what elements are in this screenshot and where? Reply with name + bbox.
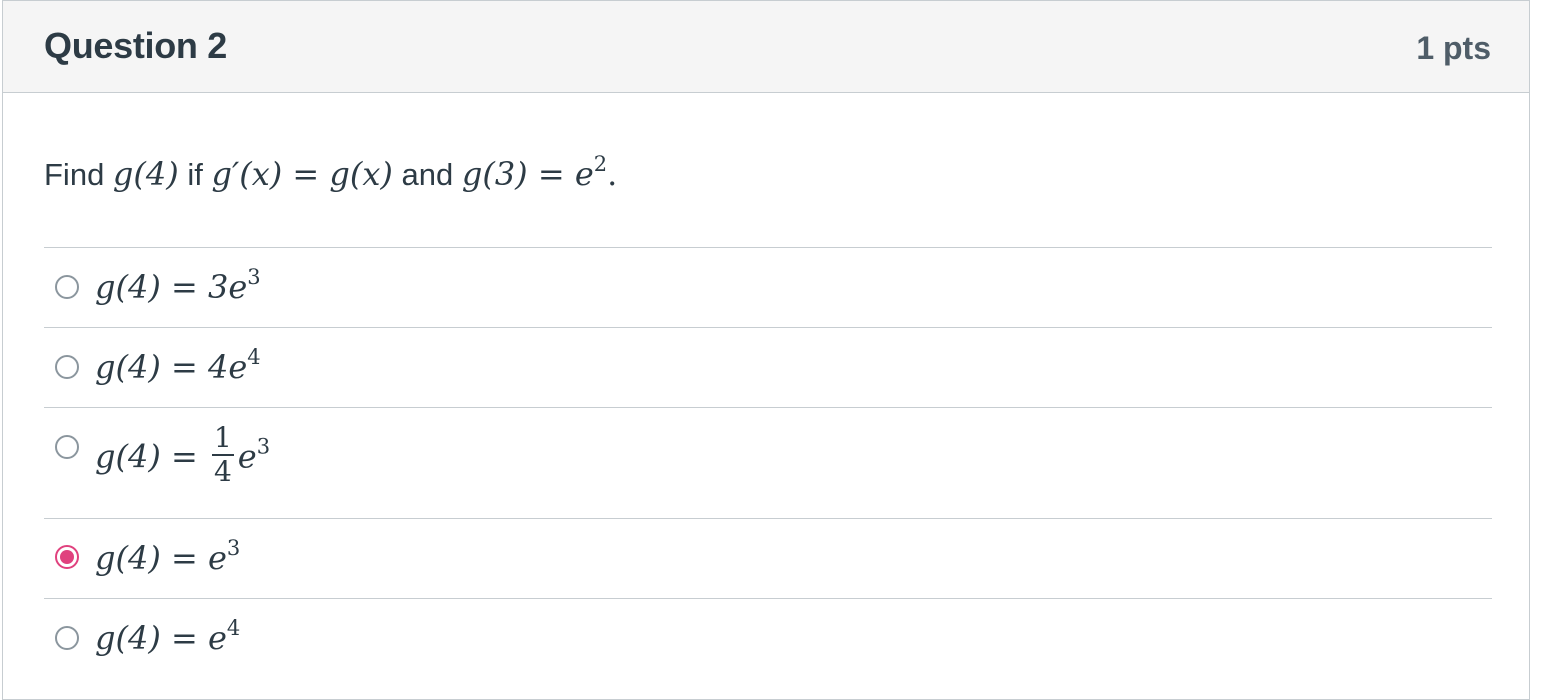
answer-list: g(4) = 3e3 g(4) = 4e4 g(4) = 1 4 e3 g(4) =… bbox=[44, 247, 1492, 678]
question-and: and bbox=[392, 157, 462, 192]
answer-label: g(4) = 4e4 bbox=[95, 345, 261, 387]
answer-label: g(4) = e3 bbox=[95, 536, 241, 578]
question-text: Find g(4) if g′(x) = g(x) and g(3) = e2. bbox=[44, 152, 618, 194]
question-if: if bbox=[178, 157, 212, 192]
question-prefix: Find bbox=[44, 157, 113, 192]
radio-button-selected[interactable] bbox=[55, 545, 79, 569]
answer-option-2[interactable]: g(4) = 4e4 bbox=[44, 327, 1492, 407]
answer-label: g(4) = 1 4 e3 bbox=[95, 421, 271, 488]
radio-button[interactable] bbox=[55, 355, 79, 379]
answer-option-1[interactable]: g(4) = 3e3 bbox=[44, 247, 1492, 327]
math-g4: g(4) bbox=[112, 155, 179, 193]
fraction: 14 bbox=[211, 421, 234, 488]
radio-button[interactable] bbox=[55, 435, 79, 459]
radio-button[interactable] bbox=[55, 275, 79, 299]
answer-option-3[interactable]: g(4) = 1 4 e3 bbox=[44, 407, 1492, 518]
question-card: Question 2 1 pts Find g(4) if g′(x) = g(… bbox=[2, 0, 1530, 700]
question-end: . bbox=[607, 155, 618, 193]
answer-label: g(4) = e4 bbox=[95, 616, 241, 658]
answer-option-4[interactable]: g(4) = e3 bbox=[44, 518, 1492, 598]
question-header: Question 2 1 pts bbox=[3, 1, 1529, 93]
question-points: 1 pts bbox=[1416, 30, 1491, 66]
math-derivative-eq: g′(x) = g(x) bbox=[211, 155, 393, 193]
radio-button[interactable] bbox=[55, 626, 79, 650]
answer-label: g(4) = 3e3 bbox=[95, 265, 261, 307]
answer-option-5[interactable]: g(4) = e4 bbox=[44, 598, 1492, 678]
question-title: Question 2 bbox=[44, 25, 228, 66]
math-initial-condition: g(3) = e2 bbox=[461, 152, 608, 194]
